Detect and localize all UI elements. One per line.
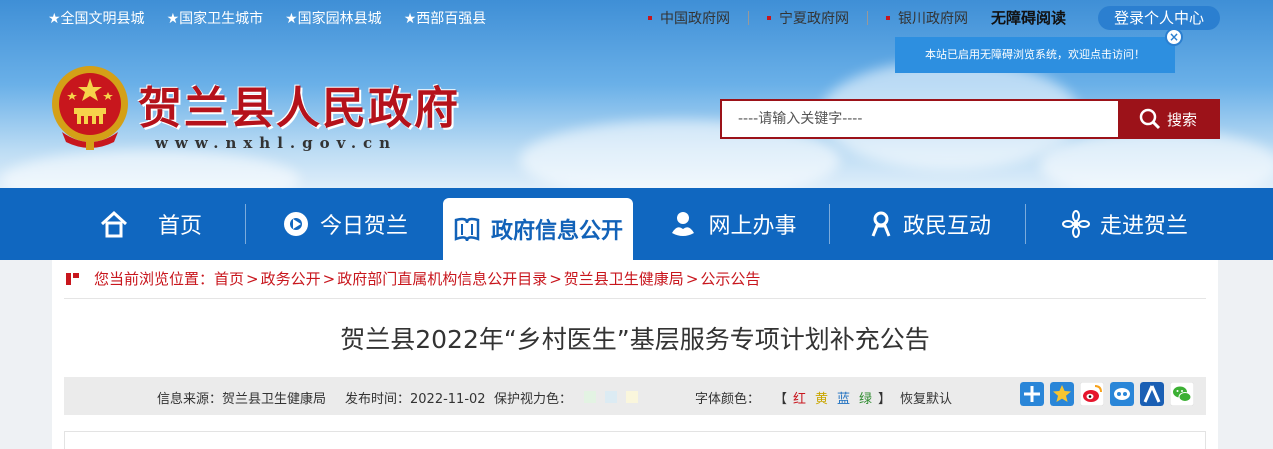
eye-color-swatch-yellow[interactable] (626, 391, 638, 403)
info-source: 信息来源：贺兰县卫生健康局 (157, 392, 327, 407)
font-color-blue[interactable]: 蓝 (837, 388, 850, 407)
cloud-decoration (0, 150, 300, 188)
breadcrumb-separator: > (322, 269, 336, 288)
nav-label: 政府信息公开 (490, 219, 623, 244)
plus-share-icon[interactable] (1020, 382, 1044, 406)
font-color-yellow[interactable]: 黄 (815, 388, 828, 407)
bracket-close: 】 (878, 392, 892, 407)
site-url: www.nxhl.gov.cn (155, 134, 398, 152)
bullet-icon (648, 16, 652, 20)
search-box: 搜索 (720, 99, 1220, 139)
bracket-open: 【 (774, 392, 788, 407)
nav-divider (1025, 204, 1026, 244)
font-color-label: 字体颜色： (695, 392, 761, 407)
top-links: 中国政府网 宁夏政府网 银川政府网 (648, 8, 986, 28)
breadcrumb-separator: > (549, 269, 562, 288)
nav-item-about[interactable]: 走进贺兰 (1030, 188, 1220, 260)
main-nav: 首页 今日贺兰 政府信息公开 网上办事 政民互动 走进贺兰 (0, 188, 1273, 260)
search-icon (1139, 108, 1161, 130)
honor-item: ★国家园林县城 (285, 11, 382, 27)
honor-item: ★全国文明县城 (48, 11, 145, 27)
honor-item: ★国家卫生城市 (166, 11, 264, 27)
wechat-share-icon[interactable] (1170, 382, 1194, 406)
site-title[interactable]: 贺兰县人民政府 (138, 72, 460, 136)
eye-color-swatch-blue[interactable] (605, 391, 617, 403)
search-button[interactable]: 搜索 (1118, 101, 1218, 137)
close-icon[interactable]: × (1165, 28, 1183, 46)
nav-label: 今日贺兰 (319, 214, 408, 239)
handshake-icon (672, 212, 695, 236)
search-input[interactable] (722, 101, 1120, 137)
divider (64, 298, 1206, 299)
honors-list: ★全国文明县城 ★国家卫生城市 ★国家园林县城 ★西部百强县 (48, 8, 486, 28)
breadcrumb-separator: > (685, 269, 699, 288)
star-share-icon[interactable] (1050, 382, 1074, 406)
nav-item-gov-info[interactable]: 政府信息公开 (443, 198, 633, 260)
renren-share-icon[interactable] (1140, 382, 1164, 406)
breadcrumb-prefix: 您当前浏览位置： (94, 270, 215, 288)
nav-divider (245, 204, 246, 244)
nav-divider (829, 204, 830, 244)
nav-label: 首页 (157, 214, 202, 239)
eye-color-swatch-green[interactable] (584, 391, 596, 403)
reset-default-link[interactable]: 恢复默认 (900, 388, 952, 407)
link-ningxia-gov[interactable]: 宁夏政府网 (779, 8, 849, 28)
national-emblem-icon (52, 66, 128, 150)
tencent-share-icon[interactable] (1110, 382, 1134, 406)
link-china-gov[interactable]: 中国政府网 (660, 8, 730, 28)
breadcrumb-link-health-bureau[interactable]: 贺兰县卫生健康局 (564, 268, 684, 289)
breadcrumb-link-open[interactable]: 政务公开 (261, 268, 321, 289)
article-info-bar: 信息来源：贺兰县卫生健康局 发布时间：2022-11-02 保护视力色： 字体颜… (64, 377, 1206, 415)
nav-item-online-service[interactable]: 网上办事 (640, 188, 825, 260)
book-icon (454, 217, 480, 242)
breadcrumb: 您当前浏览位置： 首页 > 政务公开 > 政府部门直属机构信息公开目录 > 贺兰… (64, 268, 760, 289)
article-title: 贺兰县2022年“乡村医生”基层服务专项计划补充公告 (340, 325, 930, 354)
login-button[interactable]: 登录个人中心 (1098, 6, 1220, 30)
barrier-free-link[interactable]: 无障碍阅读 (991, 7, 1066, 28)
eye-color-label: 保护视力色： (494, 392, 573, 407)
home-icon (100, 210, 127, 238)
info-date: 发布时间：2022-11-02 (345, 392, 486, 407)
article-body (64, 431, 1206, 449)
weibo-share-icon[interactable] (1080, 382, 1104, 406)
nav-item-today[interactable]: 今日贺兰 (250, 188, 440, 260)
nav-item-home[interactable]: 首页 (60, 188, 240, 260)
nav-item-interaction[interactable]: 政民互动 (835, 188, 1025, 260)
divider (867, 11, 868, 25)
nav-label: 网上办事 (708, 214, 797, 239)
font-color-red[interactable]: 红 (793, 388, 806, 407)
person-icon (871, 211, 891, 237)
site-header: ★全国文明县城 ★国家卫生城市 ★国家园林县城 ★西部百强县 中国政府网 宁夏政… (0, 0, 1273, 188)
bullet-icon (767, 16, 771, 20)
nav-label: 政民互动 (902, 214, 991, 239)
breadcrumb-separator: > (246, 269, 259, 288)
breadcrumb-link-notice[interactable]: 公示公告 (700, 268, 760, 289)
location-icon (66, 272, 79, 285)
search-button-label: 搜索 (1166, 110, 1197, 129)
compass-icon (283, 212, 308, 236)
breadcrumb-link-home[interactable]: 首页 (214, 268, 244, 289)
honor-item: ★西部百强县 (403, 11, 487, 27)
breadcrumb-link-catalog[interactable]: 政府部门直属机构信息公开目录 (337, 268, 547, 289)
link-yinchuan-gov[interactable]: 银川政府网 (898, 8, 968, 28)
divider (748, 11, 749, 25)
accessibility-tooltip[interactable]: 本站已启用无障碍浏览系统，欢迎点击访问！ (895, 37, 1175, 73)
bullet-icon (886, 16, 890, 20)
nav-label: 走进贺兰 (1099, 214, 1188, 239)
flower-icon (1061, 210, 1090, 238)
font-color-green[interactable]: 绿 (859, 388, 872, 407)
